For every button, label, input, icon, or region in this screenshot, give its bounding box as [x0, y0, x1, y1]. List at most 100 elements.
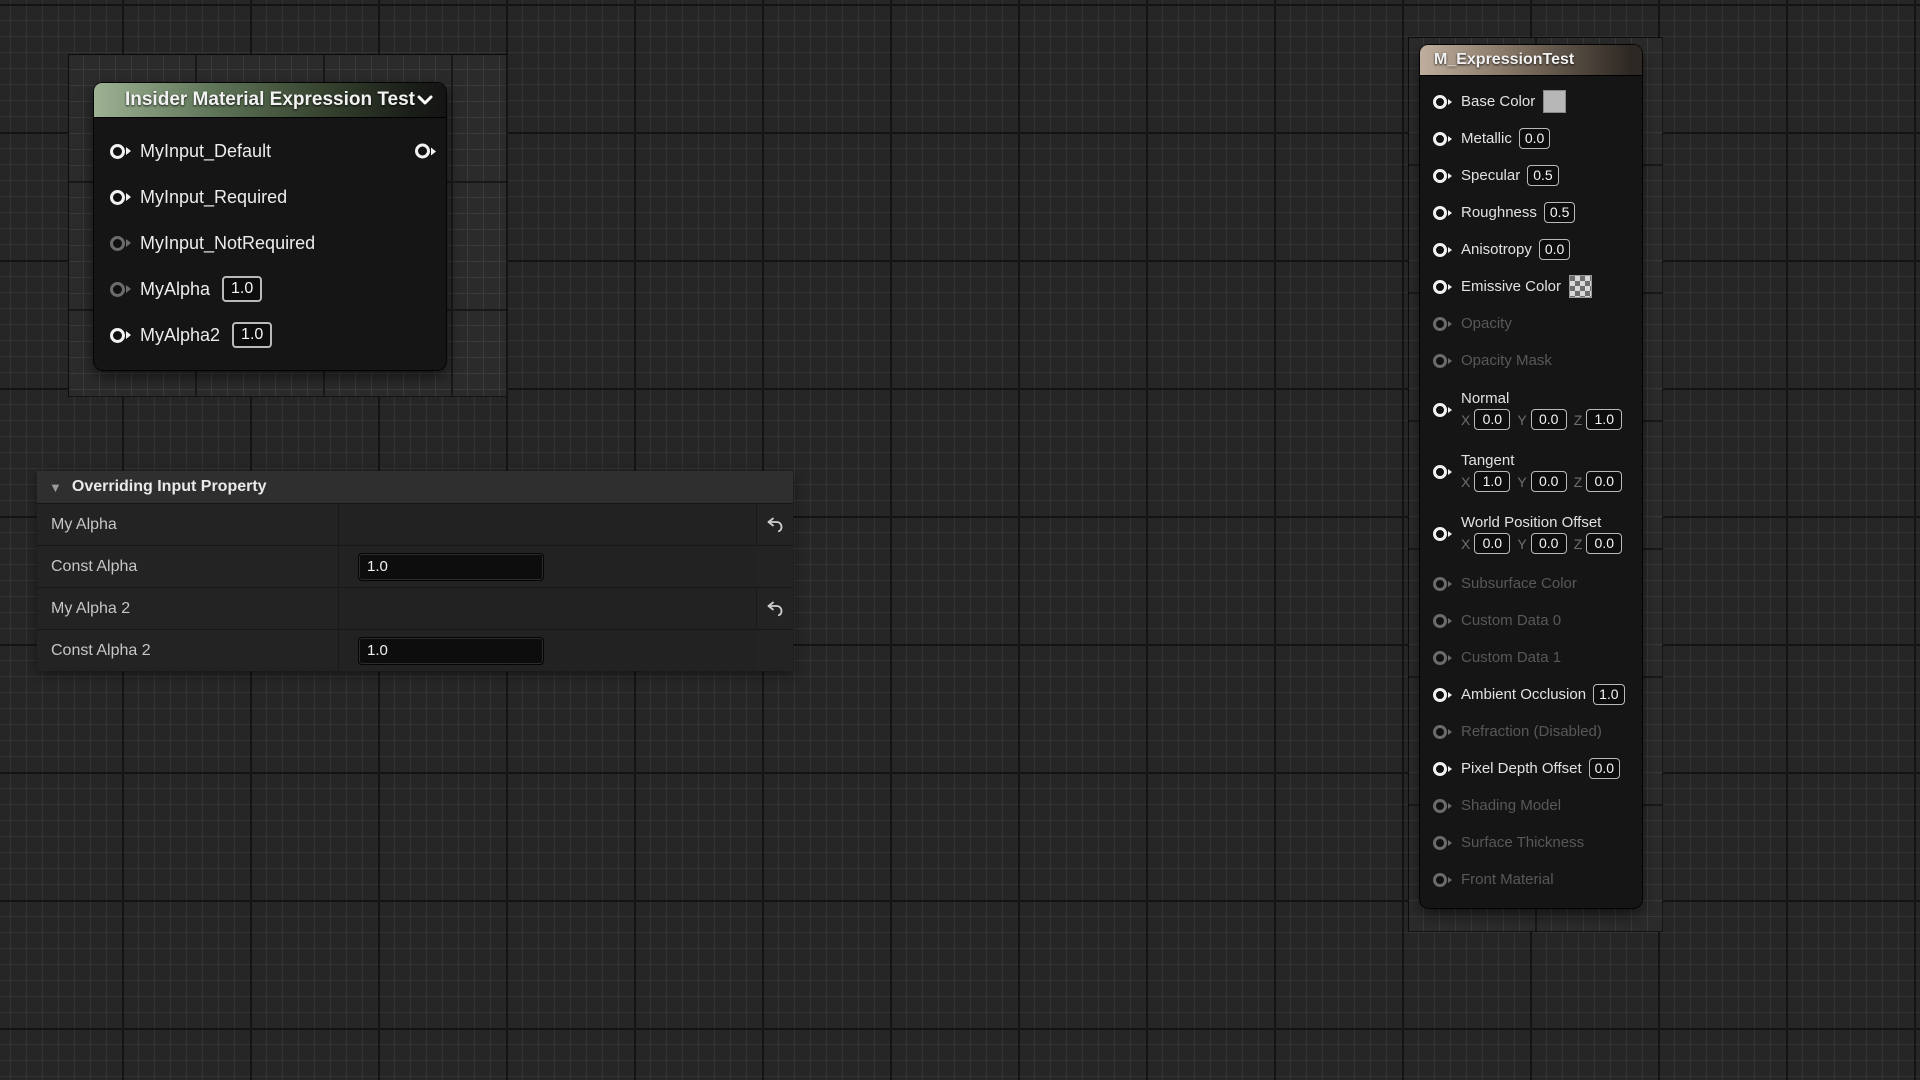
axis-value-box[interactable]: 0.0 [1531, 471, 1567, 492]
material-pin-row[interactable]: Opacity Mask [1420, 342, 1642, 379]
input-pin-icon[interactable] [110, 328, 131, 343]
axis-value-box[interactable]: 0.0 [1586, 471, 1622, 492]
pin-value-box[interactable]: 0.0 [1519, 128, 1550, 149]
material-pin-row[interactable]: Refraction (Disabled) [1420, 713, 1642, 750]
pin-label: World Position Offset [1461, 514, 1601, 531]
input-pin-icon[interactable] [1433, 169, 1452, 183]
input-pin-icon[interactable] [1433, 403, 1452, 417]
axis-value-box[interactable]: 0.0 [1586, 533, 1622, 554]
reset-to-default-button[interactable] [756, 588, 793, 629]
input-pin-icon[interactable] [1433, 688, 1452, 702]
input-pin-icon[interactable] [110, 144, 131, 159]
axis-value-box[interactable]: 0.0 [1474, 409, 1510, 430]
material-pin-row[interactable]: Surface Thickness [1420, 824, 1642, 861]
reset-arrow-icon [766, 517, 784, 533]
axis-value-box[interactable]: 0.0 [1531, 533, 1567, 554]
pin-value-box[interactable]: 0.5 [1527, 165, 1558, 186]
material-pin-row[interactable]: Opacity [1420, 305, 1642, 342]
input-pin-icon[interactable] [1433, 614, 1452, 628]
expression-pin-row[interactable]: MyAlpha 1.0 [94, 266, 446, 312]
pin-value-box[interactable]: 0.5 [1544, 202, 1575, 223]
material-pin-row[interactable]: Metallic 0.0 [1420, 120, 1642, 157]
checker-swatch[interactable] [1569, 275, 1592, 298]
details-category-title: Overriding Input Property [72, 478, 267, 496]
material-pin-row[interactable]: Custom Data 1 [1420, 639, 1642, 676]
axis-value-box[interactable]: 0.0 [1531, 409, 1567, 430]
material-pin-row[interactable]: Subsurface Color [1420, 565, 1642, 602]
axis-label: X [1461, 536, 1470, 552]
input-pin-icon[interactable] [1433, 651, 1452, 665]
material-pin-row[interactable]: Tangent X1.0 Y0.0 Z0.0 [1420, 441, 1642, 503]
input-pin-icon[interactable] [1433, 243, 1452, 257]
material-pin-row[interactable]: Normal X0.0 Y0.0 Z1.0 [1420, 379, 1642, 441]
input-pin-icon[interactable] [1433, 206, 1452, 220]
pin-value-box[interactable]: 0.0 [1539, 239, 1570, 260]
reset-to-default-button[interactable] [756, 504, 793, 545]
expression-node[interactable]: Insider Material Expression Test MyInput… [94, 83, 446, 370]
material-pin-row[interactable]: Roughness 0.5 [1420, 194, 1642, 231]
material-pin-row[interactable]: Anisotropy 0.0 [1420, 231, 1642, 268]
material-pin-row[interactable]: Ambient Occlusion 1.0 [1420, 676, 1642, 713]
pin-label: Ambient Occlusion [1461, 686, 1586, 703]
input-pin-icon[interactable] [1433, 354, 1452, 368]
input-pin-icon[interactable] [1433, 799, 1452, 813]
input-pin-icon[interactable] [1433, 280, 1452, 294]
collapse-triangle-icon[interactable]: ▼ [49, 480, 62, 495]
details-category-header[interactable]: ▼ Overriding Input Property [37, 471, 793, 504]
axis-label: Z [1574, 474, 1583, 490]
expression-pin-row[interactable]: MyInput_NotRequired [94, 220, 446, 266]
input-pin-icon[interactable] [1433, 725, 1452, 739]
input-pin-icon[interactable] [1433, 873, 1452, 887]
input-pin-icon[interactable] [1433, 577, 1452, 591]
input-pin-icon[interactable] [1433, 527, 1452, 541]
input-pin-icon[interactable] [1433, 95, 1452, 109]
input-pin-icon[interactable] [1433, 317, 1452, 331]
material-pin-row[interactable]: Custom Data 0 [1420, 602, 1642, 639]
pin-value-box[interactable]: 1.0 [1593, 684, 1624, 705]
chevron-down-icon[interactable] [416, 92, 434, 108]
material-pin-row[interactable]: Emissive Color [1420, 268, 1642, 305]
material-pin-row[interactable]: Shading Model [1420, 787, 1642, 824]
pin-default-value[interactable]: 1.0 [232, 322, 272, 348]
input-pin-icon[interactable] [1433, 465, 1452, 479]
axis-value-box[interactable]: 1.0 [1474, 471, 1510, 492]
input-pin-icon[interactable] [1433, 836, 1452, 850]
pin-label: Normal [1461, 390, 1509, 407]
input-pin-icon[interactable] [110, 282, 131, 297]
pin-label: Front Material [1461, 871, 1554, 888]
expression-node-header[interactable]: Insider Material Expression Test [94, 83, 446, 118]
material-pin-row[interactable]: World Position Offset X0.0 Y0.0 Z0.0 [1420, 503, 1642, 565]
axis-value-box[interactable]: 0.0 [1474, 533, 1510, 554]
property-value-input[interactable] [358, 553, 544, 581]
pin-default-value[interactable]: 1.0 [222, 276, 262, 302]
expression-pin-row[interactable]: MyInput_Required [94, 174, 446, 220]
axis-value-box[interactable]: 1.0 [1586, 409, 1622, 430]
axis-label: Y [1517, 412, 1526, 428]
material-node-header[interactable]: M_ExpressionTest [1420, 45, 1642, 76]
output-pin-icon[interactable] [415, 144, 436, 159]
property-label: Const Alpha [37, 546, 338, 587]
input-pin-icon[interactable] [110, 236, 131, 251]
material-pin-row[interactable]: Front Material [1420, 861, 1642, 898]
material-result-node[interactable]: M_ExpressionTest Base Color Metallic 0.0 [1420, 45, 1642, 908]
material-graph-canvas[interactable]: Insider Material Expression Test MyInput… [0, 0, 1920, 1080]
input-pin-icon[interactable] [1433, 762, 1452, 776]
vector-values: X1.0 Y0.0 Z0.0 [1461, 471, 1629, 492]
pin-label: Tangent [1461, 452, 1514, 469]
pin-label: MyInput_NotRequired [140, 233, 315, 254]
color-swatch[interactable] [1543, 90, 1566, 113]
expression-pin-row[interactable]: MyAlpha2 1.0 [94, 312, 446, 358]
pin-value-box[interactable]: 0.0 [1589, 758, 1620, 779]
property-value-input[interactable] [358, 637, 544, 665]
axis-label: Y [1517, 536, 1526, 552]
material-pin-row[interactable]: Base Color [1420, 83, 1642, 120]
expression-pin-row[interactable]: MyInput_Default [94, 128, 446, 174]
input-pin-icon[interactable] [110, 190, 131, 205]
material-pin-row[interactable]: Pixel Depth Offset 0.0 [1420, 750, 1642, 787]
pin-label: Metallic [1461, 130, 1512, 147]
input-pin-icon[interactable] [1433, 132, 1452, 146]
pin-label: Subsurface Color [1461, 575, 1577, 592]
material-pin-row[interactable]: Specular 0.5 [1420, 157, 1642, 194]
pin-label: Surface Thickness [1461, 834, 1584, 851]
pin-label: Specular [1461, 167, 1520, 184]
